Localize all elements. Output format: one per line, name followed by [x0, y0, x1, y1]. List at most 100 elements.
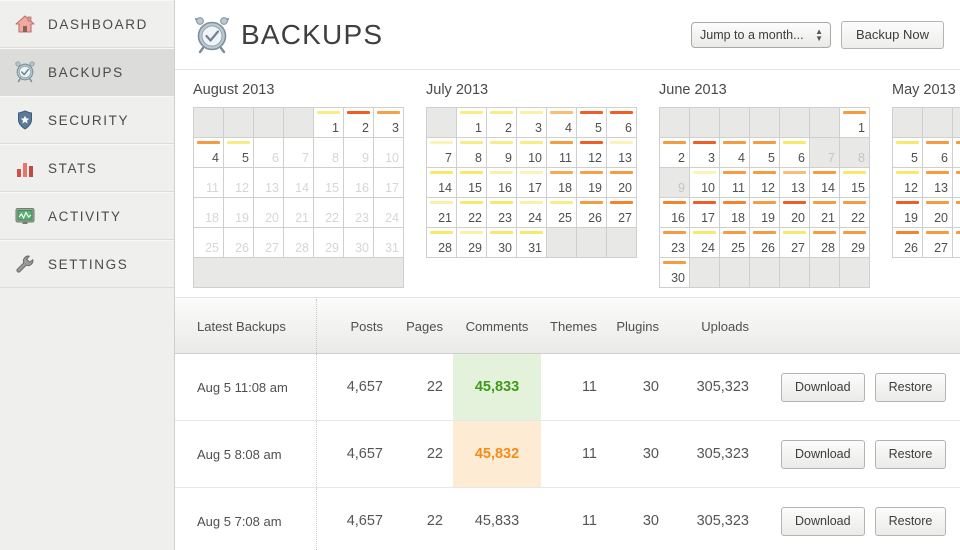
sidebar-item-dashboard[interactable]: Dashboard: [0, 0, 174, 48]
calendar-day-cell[interactable]: 11: [720, 168, 750, 198]
calendar-day-cell[interactable]: 10: [517, 138, 547, 168]
sidebar-item-activity[interactable]: Activity: [0, 192, 174, 240]
calendar-day-cell[interactable]: 13: [923, 168, 953, 198]
calendar-day-cell[interactable]: 4: [547, 108, 577, 138]
calendar-day-cell[interactable]: 13: [780, 168, 810, 198]
calendar-day-cell[interactable]: 6: [607, 108, 637, 138]
calendar-day-cell[interactable]: 10: [690, 168, 720, 198]
sidebar-item-security[interactable]: Security: [0, 96, 174, 144]
calendar-day-cell[interactable]: 19: [577, 168, 607, 198]
calendar-day-cell[interactable]: 27: [607, 198, 637, 228]
calendar-day-cell[interactable]: 12: [750, 168, 780, 198]
calendar-day-cell[interactable]: 19: [893, 198, 923, 228]
calendar-day-cell[interactable]: 5: [893, 138, 923, 168]
calendar-day-cell[interactable]: 25: [547, 198, 577, 228]
calendar-day-cell[interactable]: 1: [457, 108, 487, 138]
calendar-day-cell[interactable]: 21: [953, 198, 960, 228]
calendar-day-cell[interactable]: 15: [840, 168, 870, 198]
calendar-day-cell: 17: [374, 168, 404, 198]
backup-now-button[interactable]: Backup Now: [841, 21, 944, 49]
calendar-day-cell[interactable]: 16: [487, 168, 517, 198]
calendar-day-cell[interactable]: 18: [720, 198, 750, 228]
calendar-day-cell[interactable]: 15: [457, 168, 487, 198]
calendar-day-cell[interactable]: 12: [893, 168, 923, 198]
calendar-day-cell[interactable]: 23: [660, 228, 690, 258]
calendar-day-cell[interactable]: 1: [840, 108, 870, 138]
calendar-day-cell[interactable]: 20: [607, 168, 637, 198]
calendar-day-cell: 27: [254, 228, 284, 258]
calendar-day-activity-bar: [460, 231, 483, 234]
calendar-day-number: 30: [355, 241, 369, 255]
calendar-day-cell[interactable]: 20: [780, 198, 810, 228]
calendar-day-cell[interactable]: 28: [810, 228, 840, 258]
calendar-day-cell[interactable]: 3: [517, 108, 547, 138]
calendar-day-cell[interactable]: 29: [457, 228, 487, 258]
calendar-day-activity-bar: [550, 111, 573, 114]
calendar-day-cell[interactable]: 22: [840, 198, 870, 228]
calendar-day-cell[interactable]: 2: [660, 138, 690, 168]
calendar-day-cell[interactable]: 12: [577, 138, 607, 168]
calendar-day-cell[interactable]: 4: [720, 138, 750, 168]
download-button[interactable]: Download: [781, 507, 865, 536]
calendar-day-cell[interactable]: 26: [750, 228, 780, 258]
calendar-day-cell: 11: [194, 168, 224, 198]
calendar-day-cell[interactable]: 1: [314, 108, 344, 138]
calendar-day-cell[interactable]: 5: [577, 108, 607, 138]
calendar-day-cell[interactable]: 3: [690, 138, 720, 168]
calendar-day-cell[interactable]: 19: [750, 198, 780, 228]
calendar-day-cell[interactable]: 27: [923, 228, 953, 258]
download-button[interactable]: Download: [781, 373, 865, 402]
sidebar-item-settings[interactable]: Settings: [0, 240, 174, 288]
calendar-day-number: 12: [904, 181, 918, 195]
calendar-day-cell[interactable]: 21: [427, 198, 457, 228]
restore-button[interactable]: Restore: [875, 507, 947, 536]
calendar-day-cell[interactable]: 22: [457, 198, 487, 228]
calendar-day-cell[interactable]: 26: [893, 228, 923, 258]
calendar-day-cell[interactable]: 23: [487, 198, 517, 228]
sidebar-item-backups[interactable]: Backups: [0, 48, 174, 96]
calendar-day-cell[interactable]: 14: [427, 168, 457, 198]
calendar-day-cell[interactable]: 30: [487, 228, 517, 258]
calendar-day-cell[interactable]: 26: [577, 198, 607, 228]
calendar-day-cell[interactable]: 2: [344, 108, 374, 138]
calendar-day-number: 5: [242, 151, 249, 165]
calendar-day-cell[interactable]: 28: [953, 228, 960, 258]
calendar-day-cell[interactable]: 11: [547, 138, 577, 168]
calendar-day-cell[interactable]: 20: [923, 198, 953, 228]
calendar-day-cell[interactable]: 13: [607, 138, 637, 168]
calendar-day-cell[interactable]: 25: [720, 228, 750, 258]
calendar-day-cell[interactable]: 5: [224, 138, 254, 168]
calendar-day-cell[interactable]: 24: [690, 228, 720, 258]
calendar-day-cell[interactable]: 17: [517, 168, 547, 198]
table-body: Aug 5 11:08 am4,6572245,8331130305,323Do…: [175, 354, 960, 550]
calendar-day-cell[interactable]: 28: [427, 228, 457, 258]
calendar-day-cell[interactable]: 6: [780, 138, 810, 168]
calendar-day-cell[interactable]: 6: [923, 138, 953, 168]
calendar-day-cell[interactable]: 7: [427, 138, 457, 168]
calendar-day-cell[interactable]: 18: [547, 168, 577, 198]
calendar-day-cell[interactable]: 29: [840, 228, 870, 258]
calendar-day-cell[interactable]: 24: [517, 198, 547, 228]
calendar-day-cell[interactable]: 14: [810, 168, 840, 198]
calendar-day-cell[interactable]: 30: [660, 258, 690, 288]
calendar-day-cell[interactable]: 3: [374, 108, 404, 138]
download-button[interactable]: Download: [781, 440, 865, 469]
calendar-day-cell[interactable]: 16: [660, 198, 690, 228]
calendar-day-cell[interactable]: 8: [457, 138, 487, 168]
calendar-day-cell[interactable]: 2: [487, 108, 517, 138]
calendar-day-cell[interactable]: 7: [953, 138, 960, 168]
restore-button[interactable]: Restore: [875, 440, 947, 469]
calendar-day-cell[interactable]: 17: [690, 198, 720, 228]
calendar-blank-cell: [720, 258, 750, 288]
calendar-day-cell[interactable]: 9: [487, 138, 517, 168]
sidebar-item-stats[interactable]: Stats: [0, 144, 174, 192]
restore-button[interactable]: Restore: [875, 373, 947, 402]
calendar-day-cell[interactable]: 31: [517, 228, 547, 258]
calendar-day-activity-bar: [430, 201, 453, 204]
calendar-day-cell[interactable]: 5: [750, 138, 780, 168]
calendar-day-cell[interactable]: 21: [810, 198, 840, 228]
calendar-day-cell[interactable]: 4: [194, 138, 224, 168]
jump-to-month-select[interactable]: Jump to a month...: [691, 22, 831, 48]
calendar-day-cell[interactable]: 27: [780, 228, 810, 258]
calendar-day-cell[interactable]: 14: [953, 168, 960, 198]
